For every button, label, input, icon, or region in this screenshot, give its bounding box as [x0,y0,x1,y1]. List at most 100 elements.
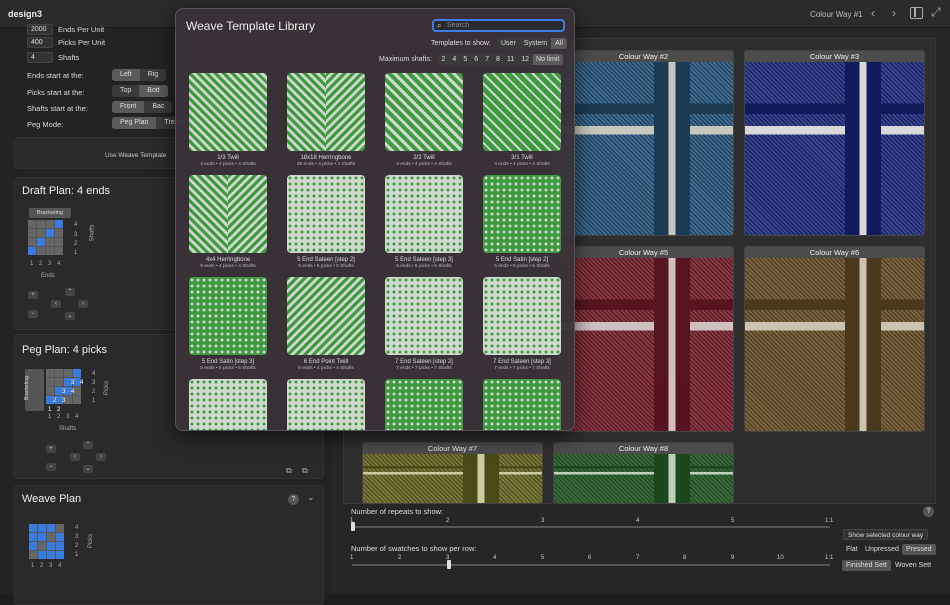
shafts-start-segment[interactable]: Front Bac [112,101,173,113]
seg-top[interactable]: Top [112,85,139,97]
picks-per-unit-field[interactable]: 400 [27,37,53,48]
repeats-slider[interactable] [352,526,830,528]
max-shafts-option[interactable]: 11 [503,54,517,65]
tpl-user[interactable]: User [497,38,520,49]
weave-plan-title: Weave Plan [22,493,82,505]
seg-peg-plan[interactable]: Peg Plan [112,117,157,129]
seg-front[interactable]: Front [112,101,145,113]
finish-pressed[interactable]: Pressed [902,544,936,555]
template-item[interactable] [287,379,365,430]
template-item[interactable] [189,379,267,430]
templates-segment[interactable]: User System All [497,38,567,49]
peg-shift-right-button[interactable]: › [96,453,106,461]
finish-flat[interactable]: Flat [842,544,862,555]
seg-bottom[interactable]: Bott [139,85,168,97]
app-window: design3 Colour Way #1 ‹ › ⤢ 2000 Ends Pe… [0,0,950,605]
collapse-chevron-icon[interactable]: ⌄ [307,492,315,503]
use-weave-template-button[interactable]: Use Weave Template [105,152,167,159]
tpl-all[interactable]: All [551,38,567,49]
copy-icon[interactable]: ⧉ [286,466,292,476]
sett-finished[interactable]: Finished Sett [842,560,891,571]
seg-right[interactable]: Rig [140,69,167,81]
per-row-tick: 1:1 [825,555,834,561]
picks-per-unit-label: Picks Per Unit [58,38,106,47]
colour-way-swatch[interactable]: Colour Way #3 [744,50,925,236]
colour-way-swatch[interactable]: Colour Way #5 [553,246,734,432]
peg-shift-down-button[interactable]: ⌄ [83,465,93,473]
chevron-right-icon[interactable]: › [892,6,896,20]
draft-grid[interactable] [28,220,63,255]
remove-pick-button[interactable]: − [46,463,56,471]
seg-back[interactable]: Bac [144,101,172,113]
template-item[interactable]: 2/2 Twill 4 ends • 4 picks • 4 Shafts [385,73,463,167]
template-item[interactable]: 3/1 Twill 4 ends • 4 picks • 4 Shafts [483,73,561,167]
repeats-tick: 5 [731,518,735,524]
template-preview [483,73,561,151]
ends-start-segment[interactable]: Left Rig [112,69,167,81]
max-shafts-option[interactable]: 12 [518,54,533,65]
weave-picks-label: Picks [88,533,95,549]
draft-col-num: 4 [57,261,61,267]
search-input[interactable]: ⌕ Search [432,19,565,32]
per-row-slider-thumb[interactable] [447,560,451,569]
show-selected-button[interactable]: Show selected colour way [843,529,929,540]
template-item[interactable] [385,379,463,430]
help-button[interactable]: ? [923,506,934,517]
draft-bracketing-button[interactable]: Bracketing [29,208,71,218]
peg-bracketing-label: Bracketing [23,376,30,400]
template-item[interactable]: 7 End Sateen [step 3] 7 ends • 7 picks • … [483,277,561,371]
duplicate-icon[interactable]: ⧉ [302,466,308,476]
max-shafts-option[interactable]: 6 [471,54,482,65]
template-name: 7 End Sateen [step 3] [493,359,551,365]
sidebar-toggle-icon[interactable] [910,7,923,19]
per-row-tick: 2 [398,555,402,561]
template-item[interactable]: 5 End Sateen [step 2] 5 ends • 5 picks • … [287,175,365,269]
per-row-slider[interactable] [352,564,830,566]
max-shafts-option[interactable]: 8 [493,54,504,65]
expand-icon[interactable]: ⤢ [931,5,941,20]
template-name: 6 End Point Twill [303,359,349,365]
tpl-system[interactable]: System [520,38,551,49]
template-preview [483,277,561,355]
template-item[interactable]: 5 End Satin [step 3] 5 ends • 5 picks • 5… [189,277,267,371]
weave-help-button[interactable]: ? [288,494,299,505]
template-item[interactable]: 4x4 Herringbone 8 ends • 4 picks • 4 Shaf… [189,175,267,269]
sett-woven[interactable]: Woven Sett [891,560,935,571]
shift-up-button[interactable]: ⌃ [65,288,75,296]
per-row-tick: 7 [636,555,640,561]
chevron-left-icon[interactable]: ‹ [871,6,875,20]
add-pick-button[interactable]: + [46,445,56,453]
shift-left-button[interactable]: ‹ [51,300,61,308]
max-shafts-option[interactable]: No limit [532,54,563,65]
colour-way-swatch[interactable]: Colour Way #6 [744,246,925,432]
template-item[interactable] [483,379,561,430]
peg-shift-up-button[interactable]: ⌃ [83,441,93,449]
template-item[interactable]: 6 End Point Twill 6 ends • 4 picks • 4 Sh… [287,277,365,371]
shift-down-button[interactable]: ⌄ [65,312,75,320]
template-item[interactable]: 5 End Satin [step 2] 5 ends • 5 picks • 5… [483,175,561,269]
peg-shift-left-button[interactable]: ‹ [70,453,80,461]
remove-end-button[interactable]: − [28,310,38,318]
shafts-field[interactable]: 4 [27,52,53,63]
max-shafts-option[interactable]: 5 [460,54,471,65]
seg-left[interactable]: Left [112,69,140,81]
max-shafts-option[interactable]: 2 [438,54,449,65]
template-item[interactable]: 18x18 Herringbone 36 ends • 4 picks • 4 S… [287,73,365,167]
max-shafts-segment[interactable]: 2 4 5 6 7 8 11 12 No limit [438,54,563,65]
picks-start-segment[interactable]: Top Bott [112,85,168,97]
peg-bracketing-button[interactable]: Bracketing [23,369,44,411]
template-item[interactable]: 7 End Sateen [step 2] 7 ends • 7 picks • … [385,277,463,371]
max-shafts-option[interactable]: 7 [482,54,493,65]
template-item[interactable]: 1/3 Twill 4 ends • 4 picks • 4 Shafts [189,73,267,167]
add-end-button[interactable]: + [28,291,38,299]
template-item[interactable]: 5 End Sateen [step 3] 5 ends • 5 picks • … [385,175,463,269]
colour-way-swatch[interactable]: Colour Way #2 [553,50,734,236]
finish-unpressed[interactable]: Unpressed [861,544,903,555]
max-shafts-option[interactable]: 4 [449,54,460,65]
colour-way-swatch[interactable]: Colour Way #7 [362,442,543,504]
colour-way-swatch[interactable]: Colour Way #8 [553,442,734,504]
template-preview [189,175,267,253]
shift-right-button[interactable]: › [78,300,88,308]
ends-per-unit-field[interactable]: 2000 [27,24,53,35]
fabric-preview [745,62,924,235]
